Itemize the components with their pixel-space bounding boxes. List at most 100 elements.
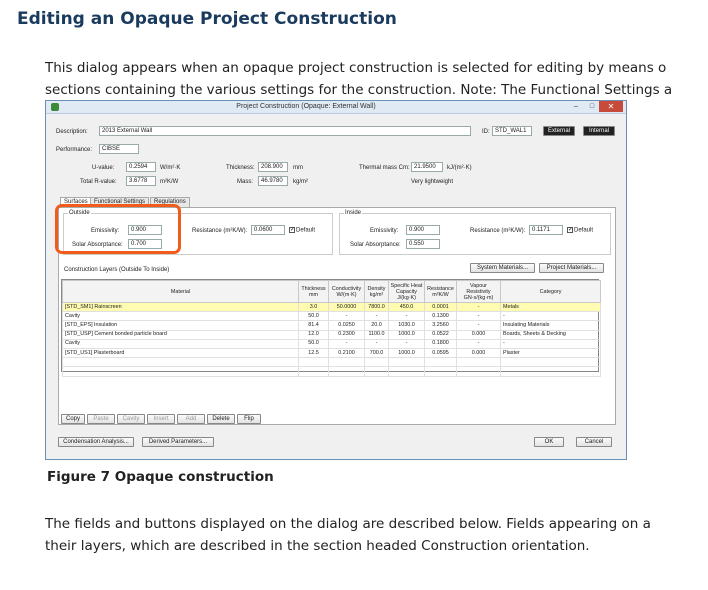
id-input[interactable]: STD_WAL1 bbox=[492, 126, 532, 136]
table-row[interactable]: [STD_SM1] Rainscreen 3.0 50.0000 7800.0 450.… bbox=[62, 301, 601, 313]
inside-group: Inside Emissivity: 0.900 Solar Absorptan… bbox=[339, 210, 611, 255]
table-cell: - bbox=[456, 320, 501, 331]
delete-button[interactable]: Delete bbox=[207, 414, 235, 424]
table-cell: 0.0522 bbox=[424, 329, 457, 340]
col-material[interactable]: Material bbox=[62, 280, 299, 303]
total-r-unit: m²K/W bbox=[160, 179, 179, 185]
inside-default-checkbox[interactable]: ✓Default bbox=[567, 227, 593, 234]
internal-button[interactable]: Internal bbox=[583, 126, 615, 136]
dialog-title: Project Construction (Opaque: External W… bbox=[236, 103, 376, 110]
inside-heading: Inside bbox=[344, 210, 363, 216]
table-row-empty bbox=[62, 366, 601, 377]
col-thickness[interactable]: Thickness mm bbox=[298, 280, 329, 303]
description-line-2: their layers, which are described in the… bbox=[45, 538, 590, 554]
table-cell: - bbox=[328, 338, 365, 349]
thermal-mass-field: 21.9500 bbox=[411, 162, 443, 172]
outside-resistance-input[interactable]: 0.0600 bbox=[251, 225, 285, 235]
table-row[interactable]: [STD_US1] Plasterboard 12.5 0.2100 700.0 100… bbox=[62, 347, 601, 359]
table-row[interactable]: [STD_EPS] Insulation 81.4 0.0250 20.0 1030.0… bbox=[62, 320, 601, 331]
performance-select[interactable]: CIBSE bbox=[99, 144, 139, 154]
flip-button[interactable]: Flip bbox=[237, 414, 261, 424]
insert-button[interactable]: Insert bbox=[147, 414, 175, 424]
table-cell-empty bbox=[298, 357, 329, 368]
inside-solar-label: Solar Absorptance: bbox=[350, 242, 401, 248]
add-button[interactable]: Add bbox=[177, 414, 205, 424]
inside-resistance-label: Resistance (m²K/W): bbox=[470, 228, 526, 234]
col-vapour-resistivity[interactable]: Vapour Resistivity GN·s/(kg·m) bbox=[456, 280, 501, 303]
inside-solar-input[interactable]: 0.550 bbox=[406, 239, 440, 249]
description-input[interactable]: 2013 External Wall bbox=[99, 126, 471, 136]
description-line-1: The fields and buttons displayed on the … bbox=[45, 516, 651, 532]
minimize-icon[interactable]: – bbox=[570, 102, 582, 112]
cancel-button[interactable]: Cancel bbox=[576, 437, 612, 447]
table-row-empty bbox=[62, 357, 601, 368]
col-density[interactable]: Density kg/m³ bbox=[364, 280, 389, 303]
table-cell-empty bbox=[388, 366, 425, 377]
inside-emissivity-input[interactable]: 0.900 bbox=[406, 225, 440, 235]
table-cell-empty bbox=[424, 357, 457, 368]
table-cell-empty bbox=[456, 366, 501, 377]
table-cell-empty bbox=[298, 366, 329, 377]
table-header-row: Material Thickness mm Conductivity W/(m·… bbox=[62, 280, 601, 303]
table-cell: - bbox=[364, 338, 389, 349]
intro-line-2: sections containing the various settings… bbox=[45, 82, 673, 98]
table-cell: - bbox=[500, 311, 601, 322]
table-cell-empty bbox=[62, 366, 299, 377]
outside-default-label: Default bbox=[296, 227, 316, 234]
inside-default-label: Default bbox=[574, 227, 594, 234]
table-cell: - bbox=[388, 311, 425, 322]
table-cell: Metals bbox=[500, 301, 601, 313]
uvalue-field: 0.2594 bbox=[126, 162, 156, 172]
outside-default-checkbox[interactable]: ✓Default bbox=[289, 227, 315, 234]
col-category[interactable]: Category bbox=[500, 280, 601, 303]
mass-label: Mass: bbox=[237, 179, 254, 185]
paste-button[interactable]: Paste bbox=[87, 414, 115, 424]
table-cell-empty bbox=[500, 366, 601, 377]
project-materials-button[interactable]: Project Materials... bbox=[539, 263, 604, 273]
table-cell: - bbox=[456, 311, 501, 322]
table-cell: - bbox=[364, 311, 389, 322]
system-materials-button[interactable]: System Materials... bbox=[470, 263, 535, 273]
thermal-mass-unit: kJ/(m²·K) bbox=[447, 165, 472, 171]
table-cell: 50.0000 bbox=[328, 301, 365, 313]
table-cell: 0.1800 bbox=[424, 338, 457, 349]
doc-title: Editing an Opaque Project Construction bbox=[17, 9, 397, 29]
table-cell: 0.0595 bbox=[424, 347, 457, 359]
inside-resistance-input[interactable]: 0.1171 bbox=[529, 225, 563, 235]
table-cell: Boards, Sheets & Decking bbox=[500, 329, 601, 340]
table-cell: 1000.0 bbox=[388, 329, 425, 340]
table-cell-empty bbox=[388, 357, 425, 368]
table-row[interactable]: Cavity 50.0- - -0.1300- - bbox=[62, 311, 601, 322]
intro-line-1: This dialog appears when an opaque proje… bbox=[45, 60, 667, 76]
description-label: Description: bbox=[56, 129, 88, 135]
figure-caption: Figure 7 Opaque construction bbox=[47, 469, 274, 485]
table-cell: 12.0 bbox=[298, 329, 329, 340]
check-icon: ✓ bbox=[567, 227, 574, 233]
table-cell: Cavity bbox=[62, 338, 299, 349]
table-row[interactable]: Cavity 50.0- - -0.1800- - bbox=[62, 338, 601, 349]
table-row[interactable]: [STD_USP] Cement bonded particle board 12… bbox=[62, 329, 601, 340]
table-cell: 7800.0 bbox=[364, 301, 389, 313]
table-cell: 20.0 bbox=[364, 320, 389, 331]
thickness-unit: mm bbox=[293, 165, 303, 171]
col-conductivity[interactable]: Conductivity W/(m·K) bbox=[328, 280, 365, 303]
condensation-analysis-button[interactable]: Condensation Analysis... bbox=[58, 437, 134, 447]
copy-button[interactable]: Copy bbox=[61, 414, 85, 424]
table-cell: 0.0250 bbox=[328, 320, 365, 331]
cavity-button[interactable]: Cavity bbox=[117, 414, 145, 424]
table-cell: 1030.0 bbox=[388, 320, 425, 331]
table-cell: 0.000 bbox=[456, 347, 501, 359]
maximize-icon[interactable]: □ bbox=[586, 102, 598, 112]
table-cell-empty bbox=[456, 357, 501, 368]
performance-label: Performance: bbox=[56, 147, 93, 153]
table-cell: 0.1300 bbox=[424, 311, 457, 322]
table-cell-empty bbox=[62, 357, 299, 368]
col-resistance[interactable]: Resistance m²K/W bbox=[424, 280, 457, 303]
table-cell: 0.2300 bbox=[328, 329, 365, 340]
derived-parameters-button[interactable]: Derived Parameters... bbox=[142, 437, 214, 447]
close-icon[interactable]: ✕ bbox=[599, 101, 623, 112]
external-button[interactable]: External bbox=[543, 126, 575, 136]
col-specific-heat[interactable]: Specific Heat Capacity J/(kg·K) bbox=[388, 280, 425, 303]
ok-button[interactable]: OK bbox=[534, 437, 564, 447]
table-cell: 3.0 bbox=[298, 301, 329, 313]
